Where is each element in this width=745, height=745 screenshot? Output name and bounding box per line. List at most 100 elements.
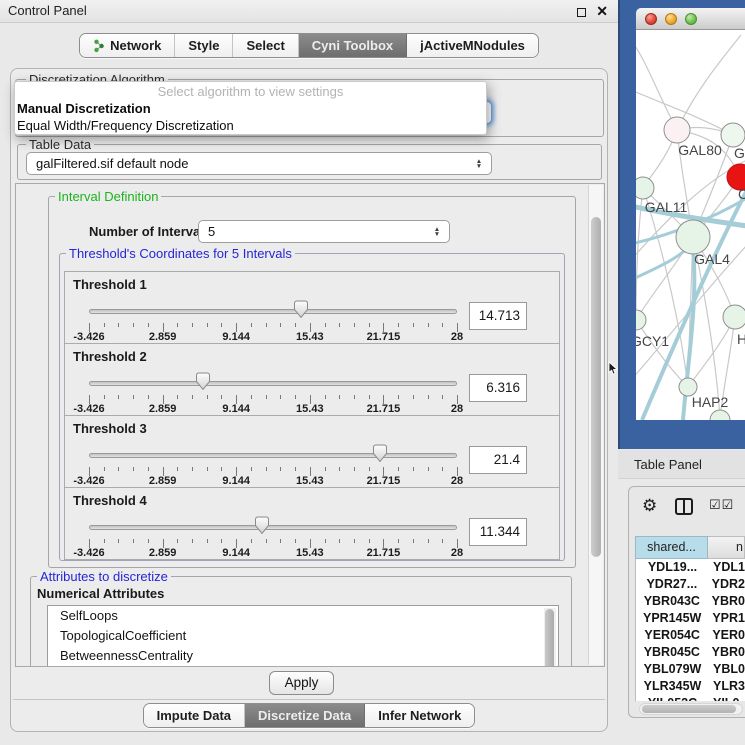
node-gal4[interactable] [676,220,710,254]
cell-shared-name[interactable]: YDL19... [636,559,709,576]
network-graph: GAL80 GA C GAL11 GAL4 GCY1 H HAP2 [636,30,745,420]
node-gcy1[interactable] [636,310,646,330]
tab-discretize-data[interactable]: Discretize Data [245,704,365,727]
table-panel-titlebar: Table Panel [618,450,745,479]
table-hscrollbar[interactable] [639,703,743,715]
threshold-slider[interactable]: -3.4262.8599.14415.4321.71528 [89,520,457,558]
network-icon [93,39,105,53]
close-icon[interactable]: ✕ [596,0,608,23]
settings-scrollbar[interactable] [588,185,603,665]
table-row[interactable]: YBR043CYBR0 [636,593,745,610]
threshold-value[interactable]: 6.316 [469,374,527,402]
table-row[interactable]: YLR345WYLR3 [636,678,745,695]
table-data-group-title: Table Data [26,137,94,152]
threshold-value[interactable]: 14.713 [469,302,527,330]
table-row[interactable]: YBR045CYBR0 [636,644,745,661]
algorithm-option[interactable]: Manual Discretization [15,100,486,117]
attribute-list-item[interactable]: TopologicalCoefficient [48,626,558,646]
cell-shared-name[interactable]: YBR043C [636,593,708,610]
column-header-shared[interactable]: shared... [635,536,708,559]
tab-style[interactable]: Style [175,34,233,57]
slider-thumb[interactable] [293,300,309,319]
scale-tick-label: 28 [451,403,463,415]
scale-tick-label: -3.426 [73,547,104,559]
cell-name[interactable]: YBR0 [708,644,745,661]
cell-shared-name[interactable]: YBL079W [636,661,709,678]
table-row[interactable]: YER054CYER0 [636,627,745,644]
table-row[interactable]: YDR27...YDR2 [636,576,745,593]
tab-infer-network[interactable]: Infer Network [365,704,474,727]
threshold-value[interactable]: 11.344 [469,518,527,546]
tab-label: jActiveMNodules [420,38,525,53]
attribute-list-item[interactable]: SelfLoops [48,606,558,626]
threshold-slider[interactable]: -3.4262.8599.14415.4321.71528 [89,304,457,342]
cell-shared-name[interactable]: YER054C [636,627,708,644]
table-data-select[interactable]: galFiltered.sif default node ▲▼ [26,152,492,175]
column-header-name[interactable]: n [708,536,745,559]
tab-network[interactable]: Network [80,34,175,57]
node-gal80[interactable] [664,117,690,143]
gear-icon[interactable]: ⚙ [642,496,657,516]
slider-thumb[interactable] [254,516,270,535]
algorithm-hint-option[interactable]: Select algorithm to view settings [15,82,486,100]
threshold-panel: Threshold 3 -3.4262.8599.14415.4321.7152… [64,415,560,488]
slider-thumb[interactable] [195,372,211,391]
cell-shared-name[interactable]: YPR145W [636,610,708,627]
threshold-slider[interactable]: -3.4262.8599.14415.4321.71528 [89,376,457,414]
scale-tick-label: 28 [451,547,463,559]
table-row[interactable]: YBL079WYBL0 [636,661,745,678]
apply-button[interactable]: Apply [269,671,334,695]
control-panel-title: Control Panel [8,3,87,18]
tab-jactivemnodules[interactable]: jActiveMNodules [407,34,538,57]
scrollbar-thumb[interactable] [591,217,601,557]
cell-name[interactable]: YBR0 [708,593,745,610]
threshold-slider[interactable]: -3.4262.8599.14415.4321.71528 [89,448,457,486]
table-row[interactable]: YDL19...YDL1 [636,559,745,576]
cell-name[interactable]: YIL0 [709,695,745,701]
threshold-value[interactable]: 21.4 [469,446,527,474]
checkbox-icons[interactable]: ☑☑ [709,497,734,513]
cell-name[interactable]: YPR1 [708,610,745,627]
slider-track[interactable] [89,381,457,386]
list-scrollbar[interactable] [544,608,556,667]
float-window-icon[interactable] [577,8,586,17]
cell-name[interactable]: YLR3 [709,678,745,695]
cell-shared-name[interactable]: YBR045C [636,644,708,661]
slider-track[interactable] [89,309,457,314]
settings-scrollpane: Interval Definition Number of Intervals … [15,183,605,667]
scale-tick-label: 15.43 [296,331,324,343]
cell-shared-name[interactable]: YLR345W [636,678,709,695]
attribute-list-item[interactable]: BetweennessCentrality [48,646,558,666]
cell-name[interactable]: YDL1 [709,559,745,576]
table-row[interactable]: YPR145WYPR1 [636,610,745,627]
network-window-titlebar[interactable] [636,8,745,30]
node-gal11[interactable] [636,177,654,199]
network-canvas[interactable]: GAL80 GA C GAL11 GAL4 GCY1 H HAP2 [636,30,745,420]
tab-cyni-toolbox[interactable]: Cyni Toolbox [299,34,407,57]
minimize-traffic-light[interactable] [665,13,677,25]
tab-select[interactable]: Select [233,34,298,57]
table-row[interactable]: YIL052CYIL0 [636,695,745,701]
slider-track[interactable] [89,525,457,530]
scale-tick-label: 2.859 [149,331,177,343]
cell-shared-name[interactable]: YIL052C [636,695,709,701]
cell-name[interactable]: YBL0 [709,661,745,678]
threshold-label: Threshold 3 [73,421,147,436]
tab-impute-data[interactable]: Impute Data [144,704,245,727]
control-panel: Control Panel ✕ NetworkStyleSelectCyni T… [0,0,618,745]
cell-name[interactable]: YER0 [708,627,745,644]
algorithm-option[interactable]: Equal Width/Frequency Discretization [15,117,486,134]
split-columns-icon[interactable] [675,498,693,515]
node[interactable] [710,410,730,420]
slider-thumb[interactable] [372,444,388,463]
number-of-intervals-select[interactable]: 5 ▲▼ [198,220,450,243]
attributes-group: Attributes to discretize Numerical Attri… [30,576,572,667]
attributes-group-title: Attributes to discretize [37,569,171,584]
node-h[interactable] [723,305,745,329]
node[interactable] [721,123,745,147]
slider-track[interactable] [89,453,457,458]
cell-name[interactable]: YDR2 [708,576,745,593]
cell-shared-name[interactable]: YDR27... [636,576,708,593]
close-traffic-light[interactable] [645,13,657,25]
zoom-traffic-light[interactable] [685,13,697,25]
